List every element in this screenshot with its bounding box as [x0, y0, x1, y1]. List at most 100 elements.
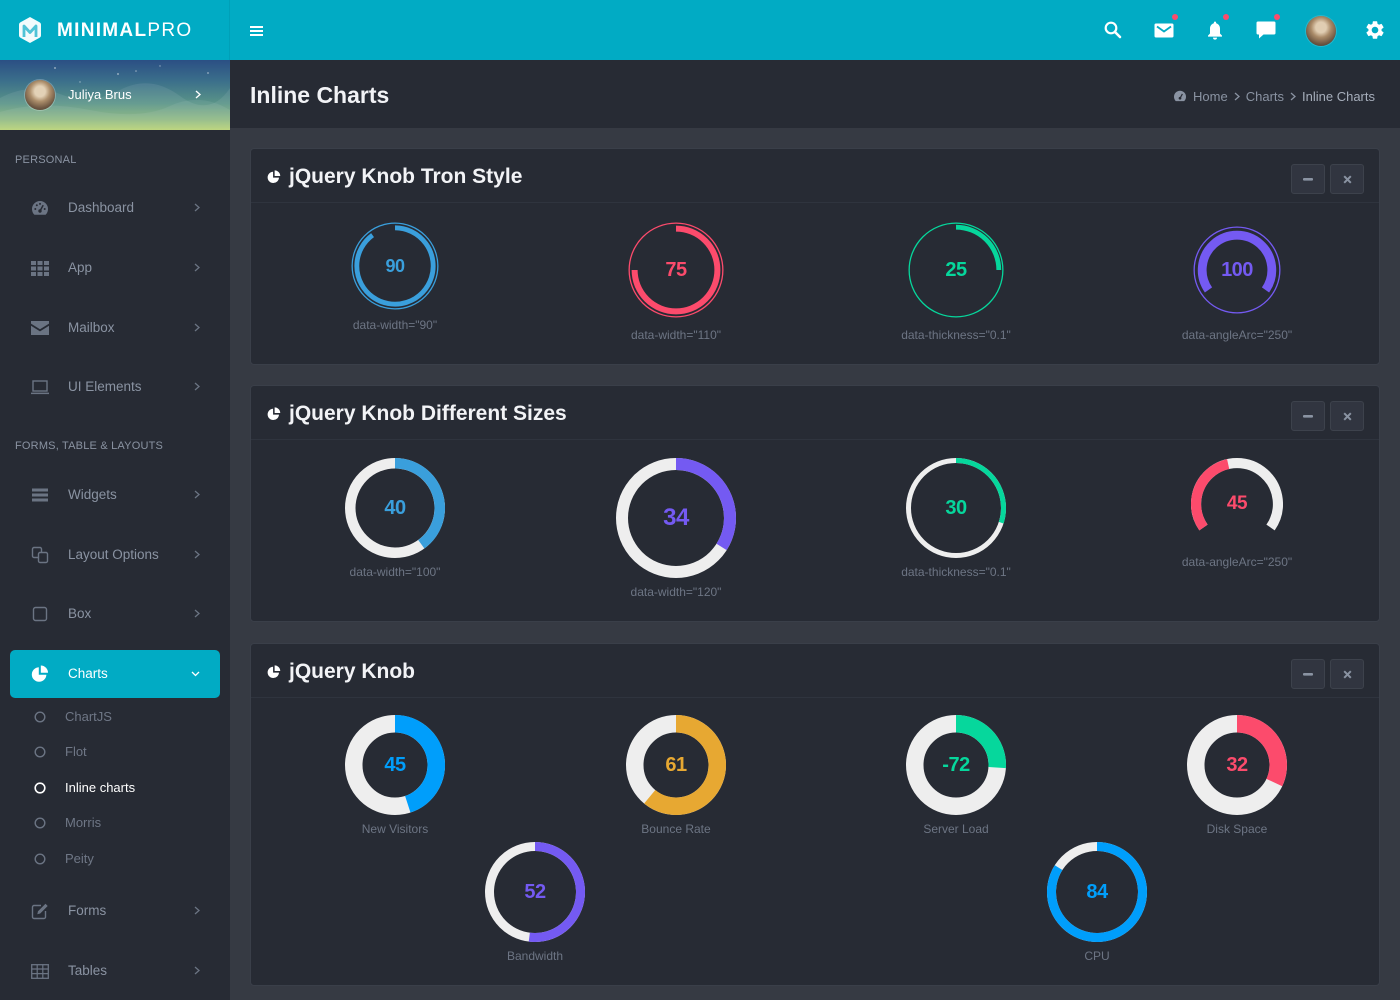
- close-icon: [1342, 669, 1352, 679]
- copy-icon: [30, 546, 50, 564]
- chevron-right-icon[interactable]: [195, 90, 201, 99]
- submenu-item-inline-charts[interactable]: Inline charts: [0, 773, 230, 803]
- sidebar-user-name[interactable]: Juliya Brus: [68, 60, 132, 130]
- knob-label: data-thickness="0.1": [901, 328, 1011, 342]
- breadcrumb: Home Charts Inline Charts: [1173, 60, 1375, 132]
- brand-logo[interactable]: MINIMALPRO: [0, 0, 230, 60]
- pie-chart-icon: [267, 407, 281, 421]
- knob-chart[interactable]: 34 data-width="120": [616, 458, 736, 599]
- sidebar-item-label: Widgets: [68, 487, 117, 502]
- knob-value[interactable]: 40: [345, 458, 445, 558]
- knob-chart[interactable]: 100 data-angleArc="250": [1182, 226, 1292, 342]
- knob-value[interactable]: 25: [908, 222, 1004, 318]
- breadcrumb-charts[interactable]: Charts: [1246, 89, 1284, 104]
- breadcrumb-home[interactable]: Home: [1193, 89, 1228, 104]
- user-panel: Juliya Brus: [0, 60, 230, 130]
- submenu-item-label: Inline charts: [65, 780, 136, 795]
- chevron-down-icon: [191, 671, 200, 677]
- knob-value[interactable]: 34: [616, 458, 736, 578]
- laptop-icon: [30, 378, 50, 396]
- minus-icon: [1303, 414, 1313, 418]
- knob-value[interactable]: 75: [628, 222, 724, 318]
- sidebar-user-avatar[interactable]: [25, 80, 55, 110]
- submenu-item-label: Morris: [65, 815, 102, 830]
- square-icon: [30, 605, 50, 623]
- sidebar-item-mailbox[interactable]: Mailbox: [0, 308, 230, 348]
- settings-button[interactable]: [1362, 0, 1388, 60]
- knob-chart[interactable]: 61 Bounce Rate: [626, 715, 726, 836]
- knob-chart[interactable]: -72 Server Load: [906, 715, 1006, 836]
- panel-title: jQuery Knob Tron Style: [289, 165, 523, 188]
- sidebar-item-ui-elements[interactable]: UI Elements: [0, 367, 230, 407]
- knob-different-sizes-panel: jQuery Knob Different Sizes 40 data-widt…: [250, 385, 1380, 622]
- knob-value[interactable]: 90: [351, 222, 439, 310]
- knob-value[interactable]: -72: [906, 715, 1006, 815]
- mail-icon: [1154, 23, 1174, 37]
- knob-value[interactable]: 100: [1193, 226, 1281, 314]
- knob-value[interactable]: 61: [626, 715, 726, 815]
- knob-value[interactable]: 84: [1047, 842, 1147, 942]
- sidebar-toggle-button[interactable]: [248, 24, 264, 37]
- circle-icon: [34, 817, 46, 829]
- bell-icon: [1208, 21, 1222, 40]
- knob-chart[interactable]: 32 Disk Space: [1187, 715, 1287, 836]
- knob-label: data-width="120": [630, 585, 722, 599]
- knob-label: data-thickness="0.1": [901, 565, 1011, 579]
- brand-name: MINIMALPRO: [57, 20, 192, 42]
- minus-icon: [1303, 177, 1313, 181]
- knob-chart[interactable]: 75 data-width="110": [628, 222, 724, 342]
- search-button[interactable]: [1100, 0, 1126, 60]
- remove-button[interactable]: [1330, 164, 1364, 194]
- knob-label: CPU: [1084, 949, 1110, 963]
- sidebar-item-label: Tables: [68, 963, 108, 978]
- sidebar-item-widgets[interactable]: Widgets: [0, 475, 230, 515]
- knob-chart[interactable]: 25 data-thickness="0.1": [901, 222, 1011, 342]
- close-icon: [1342, 411, 1352, 421]
- sidebar-section-title: FORMS, TABLE & LAYOUTS: [15, 440, 164, 452]
- sidebar-item-dashboard[interactable]: Dashboard: [0, 188, 230, 228]
- pie-chart-icon: [267, 170, 281, 184]
- knob-chart[interactable]: 84 CPU: [1047, 842, 1147, 963]
- knob-panel: jQuery Knob 45 New Visitors 61 Bounce Ra…: [250, 643, 1380, 986]
- sidebar-item-box[interactable]: Box: [0, 594, 230, 634]
- collapse-button[interactable]: [1291, 401, 1325, 431]
- sidebar-item-charts[interactable]: Charts: [10, 650, 220, 698]
- sidebar-item-tables[interactable]: Tables: [0, 951, 230, 991]
- knob-chart[interactable]: 30 data-thickness="0.1": [901, 458, 1011, 579]
- knob-chart[interactable]: 52 Bandwidth: [485, 842, 585, 963]
- submenu-item-label: Flot: [65, 744, 87, 759]
- knob-chart[interactable]: 40 data-width="100": [345, 458, 445, 579]
- knob-value[interactable]: 52: [485, 842, 585, 942]
- chevron-right-icon: [194, 550, 200, 559]
- submenu-item-morris[interactable]: Morris: [0, 808, 230, 838]
- remove-button[interactable]: [1330, 659, 1364, 689]
- knob-chart[interactable]: 45 data-angleArc="250": [1182, 458, 1292, 569]
- user-avatar[interactable]: [1306, 16, 1336, 46]
- submenu-item-chartjs[interactable]: ChartJS: [0, 702, 230, 732]
- sidebar-item-label: Mailbox: [68, 320, 115, 335]
- mail-button[interactable]: [1151, 0, 1178, 60]
- search-icon: [1104, 21, 1122, 39]
- remove-button[interactable]: [1330, 401, 1364, 431]
- knob-chart[interactable]: 90 data-width="90": [351, 222, 439, 332]
- collapse-button[interactable]: [1291, 659, 1325, 689]
- sidebar-item-app[interactable]: App: [0, 248, 230, 288]
- page-title: Inline Charts: [250, 82, 390, 108]
- knob-tron-style-panel: jQuery Knob Tron Style 90 data-width="90…: [250, 148, 1380, 365]
- sidebar-item-layout-options[interactable]: Layout Options: [0, 535, 230, 575]
- sidebar-item-label: Box: [68, 606, 92, 621]
- notifications-button[interactable]: [1202, 0, 1229, 60]
- knob-value[interactable]: 45: [345, 715, 445, 815]
- mail-notification-badge: [1172, 14, 1178, 20]
- knob-label: data-width="90": [352, 318, 438, 332]
- submenu-item-peity[interactable]: Peity: [0, 844, 230, 874]
- knob-value[interactable]: 32: [1187, 715, 1287, 815]
- panel-title: jQuery Knob: [289, 660, 416, 683]
- messages-button[interactable]: [1253, 0, 1280, 60]
- collapse-button[interactable]: [1291, 164, 1325, 194]
- knob-chart[interactable]: 45 New Visitors: [345, 715, 445, 836]
- sidebar-item-forms[interactable]: Forms: [0, 891, 230, 931]
- submenu-item-flot[interactable]: Flot: [0, 737, 230, 767]
- knob-value[interactable]: 45: [1191, 458, 1283, 550]
- knob-value[interactable]: 30: [906, 458, 1006, 558]
